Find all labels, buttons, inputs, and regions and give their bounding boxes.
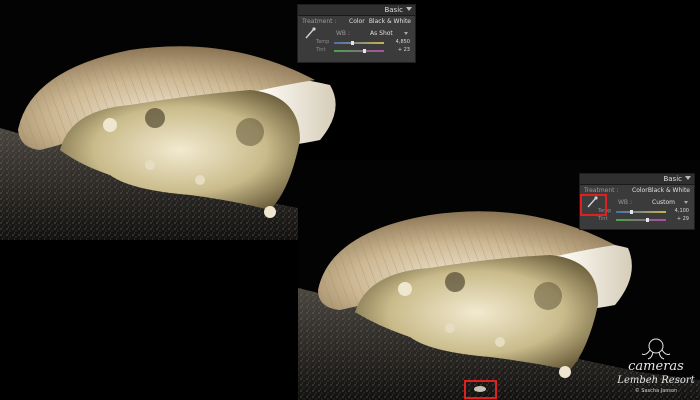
temp-value[interactable]: 4,100 bbox=[675, 208, 689, 214]
tint-slider-thumb[interactable] bbox=[363, 49, 366, 53]
collapse-triangle-icon[interactable] bbox=[406, 7, 412, 11]
treatment-row: Treatment : Color Black & White bbox=[298, 16, 415, 27]
eyedropper-highlight bbox=[580, 194, 607, 216]
treatment-color-option[interactable]: Color bbox=[349, 18, 365, 25]
tint-slider-track[interactable] bbox=[334, 50, 384, 52]
panel-title: Basic bbox=[663, 175, 682, 183]
basic-panel-before: Basic Treatment : Color Black & White WB… bbox=[297, 4, 416, 63]
temp-slider-row: Temp 4,850 bbox=[298, 39, 415, 47]
panel-title: Basic bbox=[384, 6, 403, 14]
photo-before bbox=[0, 0, 336, 240]
treatment-color-option[interactable]: Color bbox=[632, 187, 648, 194]
wb-label: WB : bbox=[336, 30, 350, 37]
temp-slider-track[interactable] bbox=[616, 211, 666, 213]
tint-label: Tint bbox=[598, 216, 608, 222]
chevron-down-icon[interactable] bbox=[404, 32, 408, 35]
white-balance-row: WB : As Shot bbox=[298, 27, 415, 39]
eyedropper-icon[interactable] bbox=[303, 27, 317, 39]
panel-header[interactable]: Basic bbox=[580, 174, 694, 185]
panel-header[interactable]: Basic bbox=[298, 5, 415, 16]
tint-value[interactable]: + 29 bbox=[677, 216, 689, 222]
logo-line-3: © Sascha Janson bbox=[634, 388, 678, 394]
temp-label: Temp bbox=[316, 39, 330, 45]
treatment-label: Treatment : bbox=[584, 187, 619, 194]
temp-slider-thumb[interactable] bbox=[630, 210, 633, 214]
temp-value[interactable]: 4,850 bbox=[396, 39, 410, 45]
wb-label: WB : bbox=[618, 199, 632, 206]
wb-value-select[interactable]: As Shot bbox=[370, 30, 393, 37]
wb-value-select[interactable]: Custom bbox=[652, 199, 675, 206]
sample-point-highlight bbox=[464, 380, 497, 399]
tint-slider-thumb[interactable] bbox=[646, 218, 649, 222]
treatment-bw-option[interactable]: Black & White bbox=[369, 18, 411, 25]
logo-line-2: Lembeh Resort bbox=[617, 375, 695, 386]
temp-slider-track[interactable] bbox=[334, 42, 384, 44]
treatment-bw-option[interactable]: Black & White bbox=[648, 187, 690, 194]
watermark-logo: cameras Lembeh Resort © Sascha Janson bbox=[615, 333, 697, 397]
tint-slider-row: Tint + 23 bbox=[298, 47, 415, 55]
chevron-down-icon[interactable] bbox=[684, 201, 688, 204]
collapse-triangle-icon[interactable] bbox=[685, 176, 691, 180]
logo-line-1: cameras bbox=[628, 359, 684, 374]
tint-slider-track[interactable] bbox=[616, 219, 666, 221]
temp-slider-thumb[interactable] bbox=[351, 41, 354, 45]
treatment-label: Treatment : bbox=[302, 18, 337, 25]
tint-slider-row: Tint + 29 bbox=[580, 216, 694, 224]
tint-label: Tint bbox=[316, 47, 326, 53]
tint-value[interactable]: + 23 bbox=[398, 47, 410, 53]
